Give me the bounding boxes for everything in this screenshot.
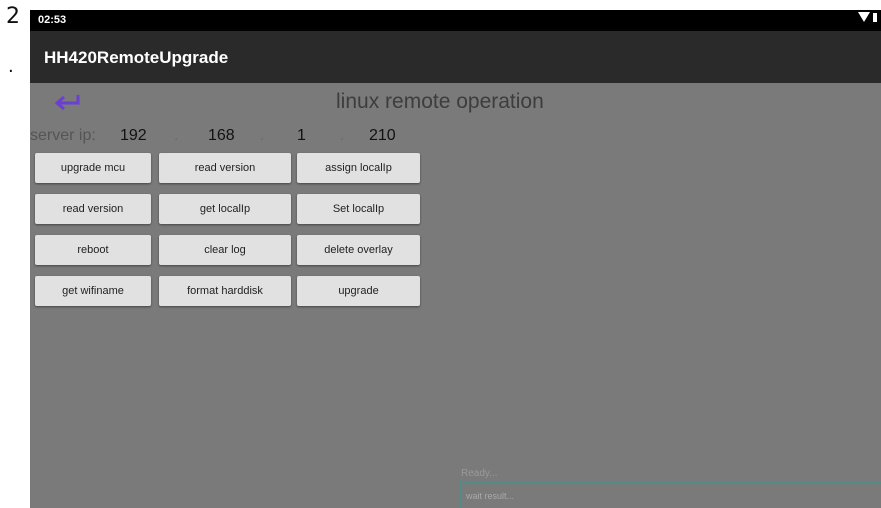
ip-octet-1[interactable]: 192 bbox=[120, 127, 147, 145]
upgrade-mcu-button[interactable]: upgrade mcu bbox=[35, 153, 151, 183]
clear-log-button[interactable]: clear log bbox=[159, 235, 291, 265]
reboot-button[interactable]: reboot bbox=[35, 235, 151, 265]
read-version-button-2[interactable]: read version bbox=[35, 194, 151, 224]
ip-octet-3[interactable]: 1 bbox=[297, 127, 306, 145]
server-ip-label: server ip: bbox=[30, 127, 96, 144]
result-placeholder: wait result... bbox=[466, 491, 515, 501]
margin-number: 2 bbox=[6, 4, 20, 29]
assign-localip-button[interactable]: assign localIp bbox=[297, 153, 420, 183]
status-bar: 02:53 bbox=[30, 10, 881, 31]
get-localip-button[interactable]: get localIp bbox=[159, 194, 291, 224]
device-screen: 02:53 HH420RemoteUpgrade linux remote op… bbox=[30, 10, 881, 508]
upgrade-button[interactable]: upgrade bbox=[297, 276, 420, 306]
margin-mark: . bbox=[8, 56, 14, 77]
battery-icon bbox=[873, 12, 877, 22]
app-title: HH420RemoteUpgrade bbox=[44, 48, 229, 67]
result-field[interactable]: wait result... bbox=[460, 482, 881, 508]
app-bar: HH420RemoteUpgrade bbox=[30, 31, 881, 83]
page-title: linux remote operation bbox=[336, 90, 544, 113]
delete-overlay-button[interactable]: delete overlay bbox=[297, 235, 420, 265]
wifi-icon bbox=[858, 12, 870, 22]
get-wifiname-button[interactable]: get wifiname bbox=[35, 276, 151, 306]
read-version-button[interactable]: read version bbox=[159, 153, 291, 183]
status-icons bbox=[858, 12, 877, 22]
ip-octet-4[interactable]: 210 bbox=[369, 127, 396, 145]
back-arrow-icon[interactable] bbox=[52, 90, 82, 114]
ip-separator-3: . bbox=[340, 127, 345, 144]
format-harddisk-button[interactable]: format harddisk bbox=[159, 276, 291, 306]
ip-separator-1: . bbox=[174, 127, 179, 144]
status-text: Ready... bbox=[461, 468, 498, 479]
status-time: 02:53 bbox=[38, 14, 67, 26]
set-localip-button[interactable]: Set localIp bbox=[297, 194, 420, 224]
ip-separator-2: . bbox=[260, 127, 265, 144]
ip-octet-2[interactable]: 168 bbox=[208, 127, 235, 145]
